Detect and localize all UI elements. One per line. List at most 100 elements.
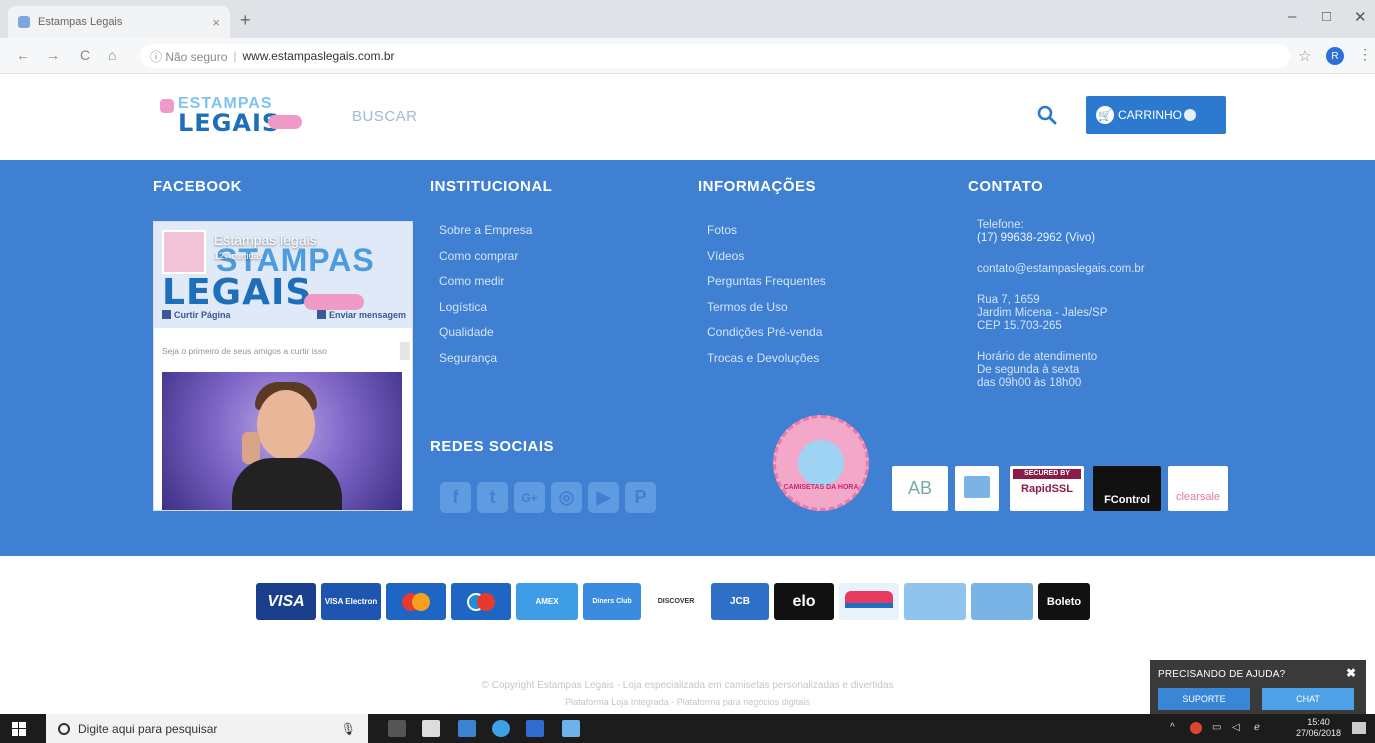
fb-banner-hand xyxy=(304,294,364,310)
phone-number[interactable]: (17) 99638-2962 (Vivo) xyxy=(977,232,1145,245)
hours-line: Horário de atendimento xyxy=(977,351,1098,363)
new-tab-button[interactable]: + xyxy=(240,10,251,31)
clock-time: 15:40 xyxy=(1307,717,1330,727)
language-icon[interactable]: ℯ xyxy=(1254,722,1260,733)
fb-send-message-button[interactable]: Enviar mensagem xyxy=(316,310,406,326)
fb-like-page-label: Curtir Página xyxy=(174,310,231,320)
fb-like-page-button[interactable]: Curtir Página xyxy=(162,310,231,326)
mastercard-card xyxy=(386,583,446,620)
cart-label: CARRINHO xyxy=(1118,108,1183,122)
windows-start-icon[interactable] xyxy=(12,722,26,736)
chat-button[interactable]: CHAT xyxy=(1262,688,1354,710)
app-icon[interactable] xyxy=(562,720,580,737)
rapidssl-top: SECURED BY xyxy=(1013,469,1081,479)
franquia-badge[interactable]: CAMISETAS DA HORA xyxy=(773,415,869,511)
reload-button[interactable]: C xyxy=(80,47,90,63)
footer-main: FACEBOOK INSTITUCIONAL INFORMAÇÕES CONTA… xyxy=(0,160,1375,556)
security-indicator[interactable]: ⓘ Não seguro xyxy=(150,48,227,65)
browser-menu-icon[interactable]: ⋮ xyxy=(1358,46,1372,63)
hours-line: De segunda à sexta xyxy=(977,364,1080,376)
facebook-icon[interactable]: f xyxy=(440,482,471,513)
home-button[interactable]: ⌂ xyxy=(108,47,116,63)
logo-hand-left xyxy=(160,99,174,113)
minimize-button[interactable]: – xyxy=(1288,8,1296,25)
visa-electron-card: VISA Electron xyxy=(321,583,381,620)
footer-link[interactable]: Condições Pré-venda xyxy=(707,325,826,351)
fb-likes-count: 127 curtidas xyxy=(214,251,264,261)
fb-page-name[interactable]: Estampas legais xyxy=(214,232,317,248)
network-icon[interactable]: ▭ xyxy=(1212,722,1221,733)
footer-link[interactable]: Perguntas Frequentes xyxy=(707,274,826,300)
address-line: CEP 15.703-265 xyxy=(977,320,1062,332)
forward-button[interactable]: → xyxy=(46,47,60,63)
photo-hand xyxy=(242,432,260,464)
fcontrol-seal[interactable]: FControl xyxy=(1093,466,1161,511)
footer-link[interactable]: Como medir xyxy=(439,274,532,300)
maximize-button[interactable]: □ xyxy=(1322,8,1331,25)
search-icon[interactable] xyxy=(1036,104,1058,126)
google-safe-seal[interactable] xyxy=(955,466,999,511)
notifications-icon[interactable] xyxy=(1352,722,1366,734)
fb-post-photo[interactable] xyxy=(162,372,402,510)
address-bar: ← → C ⌂ ⓘ Não seguro | www.estampaslegai… xyxy=(0,38,1375,74)
word-icon[interactable] xyxy=(526,720,544,737)
tab-close-icon[interactable]: × xyxy=(212,15,220,30)
fb-friends-text: Seja o primeiro de seus amigos a curtir … xyxy=(162,346,327,356)
address-line: Jardim Micena - Jales/SP xyxy=(977,307,1108,319)
youtube-icon[interactable]: ▶ xyxy=(588,482,619,513)
institucional-title: INSTITUCIONAL xyxy=(430,178,553,195)
address-line: Rua 7, 1659 xyxy=(977,294,1040,306)
support-button[interactable]: SUPORTE xyxy=(1158,688,1250,710)
task-view-icon[interactable] xyxy=(388,720,406,737)
bookmark-star-icon[interactable]: ☆ xyxy=(1298,47,1311,65)
footer-link[interactable]: Fotos xyxy=(707,223,826,249)
taskbar-search-placeholder: Digite aqui para pesquisar xyxy=(78,721,218,736)
microphone-icon[interactable]: 🎙 xyxy=(341,722,356,736)
fb-scrollbar[interactable] xyxy=(400,342,410,360)
footer-link[interactable]: Trocas e Devoluções xyxy=(707,351,826,377)
footer-link[interactable]: Vídeos xyxy=(707,249,826,275)
fb-actions: Curtir Página Enviar mensagem xyxy=(154,310,412,326)
tray-app-icon[interactable] xyxy=(1190,722,1202,734)
twitter-icon[interactable]: t xyxy=(477,482,508,513)
browser-tab[interactable]: Estampas Legais × xyxy=(8,6,230,38)
diners-card: Diners Club xyxy=(583,583,641,620)
institucional-links: Sobre a Empresa Como comprar Como medir … xyxy=(439,223,532,376)
message-icon xyxy=(316,310,326,319)
cart-button[interactable]: 🛒 CARRINHO xyxy=(1086,96,1226,134)
facebook-page-widget[interactable]: STAMPAS LEGAIS Estampas legais 127 curti… xyxy=(153,221,413,511)
chrome-icon[interactable] xyxy=(492,720,510,737)
volume-icon[interactable]: ◁ xyxy=(1232,722,1240,733)
franquia-badge-text: CAMISETAS DA HORA xyxy=(783,484,859,491)
amex-card: AMEX xyxy=(516,583,578,620)
footer-link[interactable]: Qualidade xyxy=(439,325,532,351)
footer-link[interactable]: Sobre a Empresa xyxy=(439,223,532,249)
clock-date: 27/06/2018 xyxy=(1296,728,1342,738)
close-window-button[interactable]: ✕ xyxy=(1354,8,1367,26)
ab-seal[interactable]: AB xyxy=(892,466,948,511)
system-clock[interactable]: 15:40 27/06/2018 xyxy=(1296,717,1341,739)
profile-avatar[interactable]: R xyxy=(1326,47,1344,65)
clearsale-seal[interactable]: clearsale xyxy=(1168,466,1228,511)
footer-link[interactable]: Como comprar xyxy=(439,249,532,275)
pinterest-icon[interactable]: P xyxy=(625,482,656,513)
google-plus-icon[interactable]: G+ xyxy=(514,482,545,513)
footer-link[interactable]: Logística xyxy=(439,300,532,326)
boleto-card: Boleto xyxy=(1038,583,1090,620)
footer-link[interactable]: Termos de Uso xyxy=(707,300,826,326)
close-icon[interactable]: ✖ xyxy=(1346,666,1356,680)
file-explorer-icon[interactable] xyxy=(458,720,476,737)
rapidssl-seal[interactable]: SECURED BY RapidSSL xyxy=(1010,466,1084,511)
footer-link[interactable]: Segurança xyxy=(439,351,532,377)
search-input[interactable]: BUSCAR xyxy=(352,108,418,125)
back-button[interactable]: ← xyxy=(16,47,30,63)
taskbar-search-input[interactable]: Digite aqui para pesquisar 🎙 xyxy=(46,714,368,743)
photos-app-icon[interactable] xyxy=(422,720,440,737)
fb-page-avatar[interactable] xyxy=(162,230,206,274)
url-separator: | xyxy=(233,49,237,63)
url-field[interactable]: ⓘ Não seguro | www.estampaslegais.com.br xyxy=(140,44,1290,68)
instagram-icon[interactable]: ◎ xyxy=(551,482,582,513)
email-link[interactable]: contato@estampaslegais.com.br xyxy=(977,263,1145,276)
tray-chevron-icon[interactable]: ^ xyxy=(1170,722,1175,733)
site-logo[interactable]: ESTAMPAS LEGAIS xyxy=(160,93,310,143)
